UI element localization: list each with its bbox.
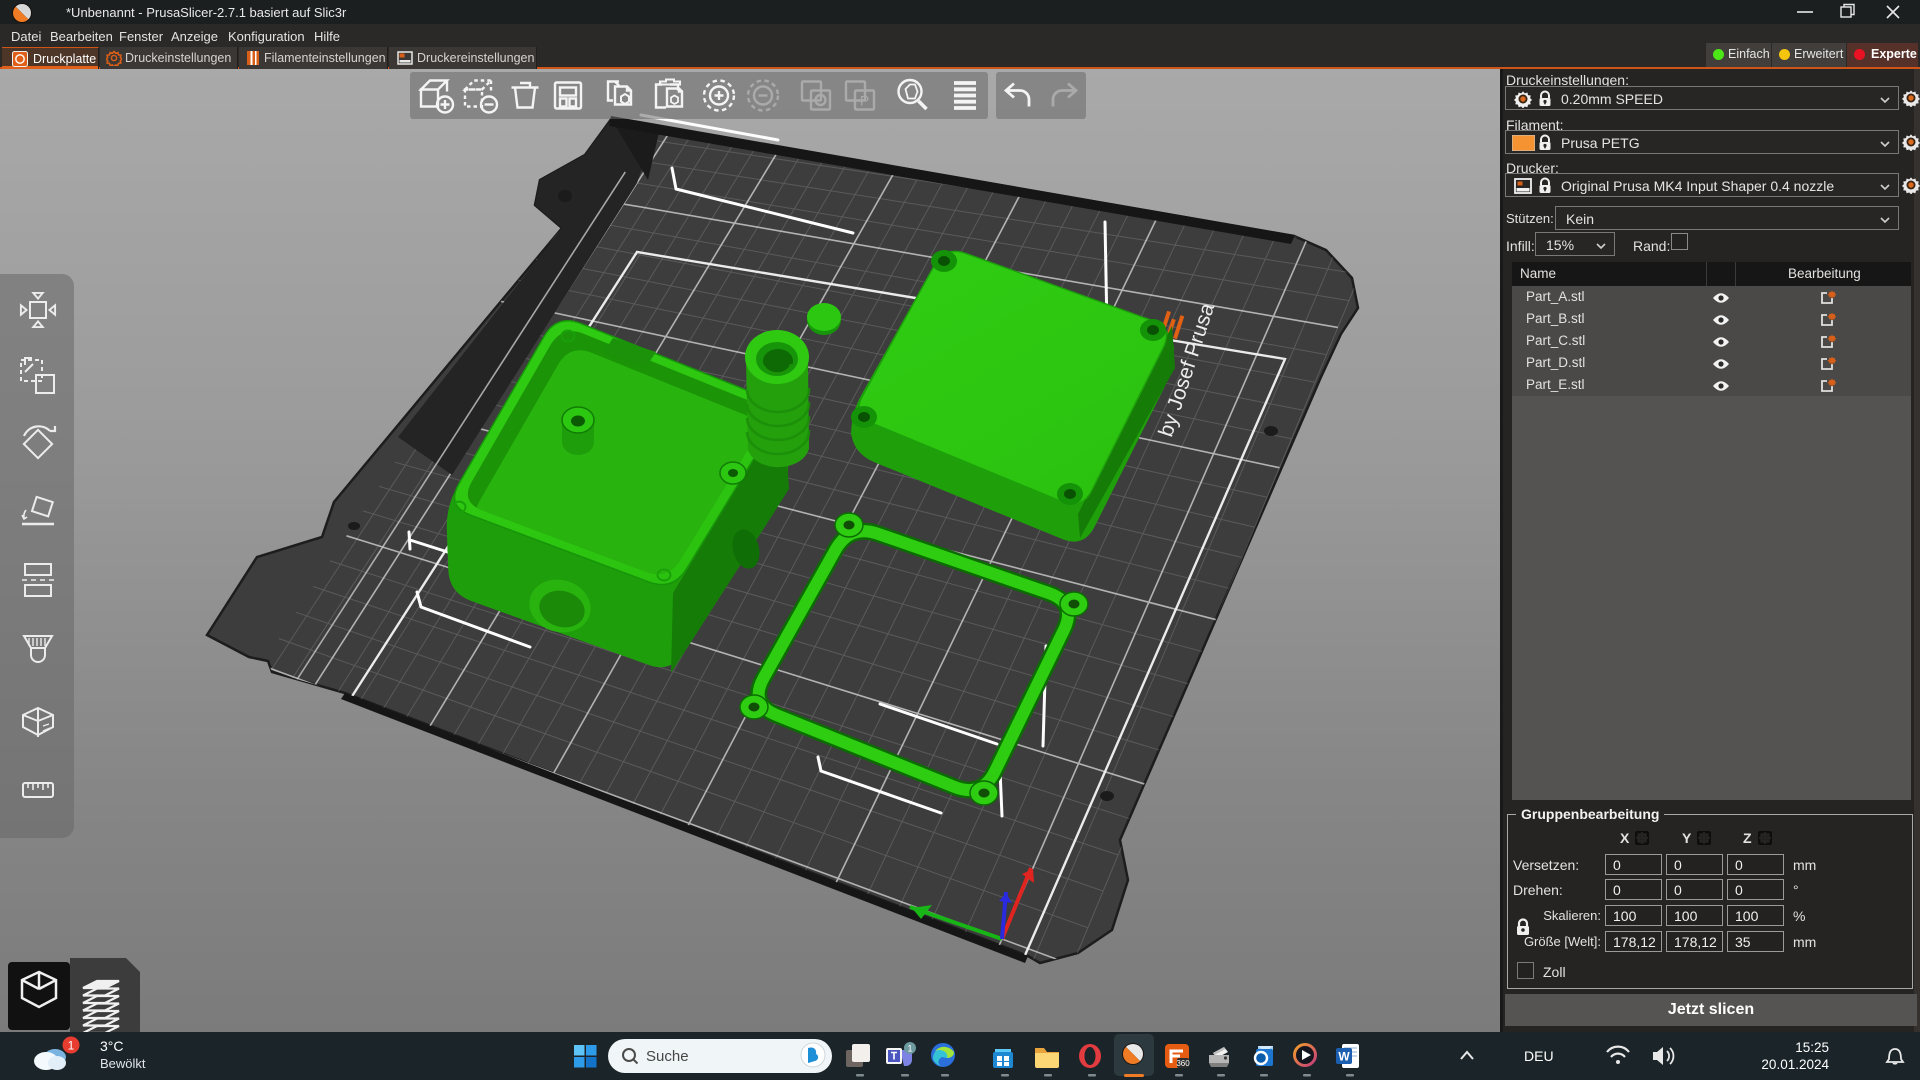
svg-text:15:25: 15:25	[1795, 1040, 1829, 1055]
svg-text:3°C: 3°C	[100, 1038, 124, 1054]
svg-text:W: W	[1338, 1050, 1350, 1064]
svg-text:1: 1	[68, 1039, 75, 1053]
svg-text:20.01.2024: 20.01.2024	[1761, 1057, 1829, 1072]
svg-text:DEU: DEU	[1524, 1048, 1554, 1064]
svg-text:Suche: Suche	[646, 1048, 689, 1065]
svg-text:1: 1	[907, 1044, 912, 1054]
svg-text:Bewölkt: Bewölkt	[100, 1056, 146, 1071]
svg-text:P: P	[860, 93, 869, 109]
svg-text:360: 360	[1176, 1059, 1190, 1068]
